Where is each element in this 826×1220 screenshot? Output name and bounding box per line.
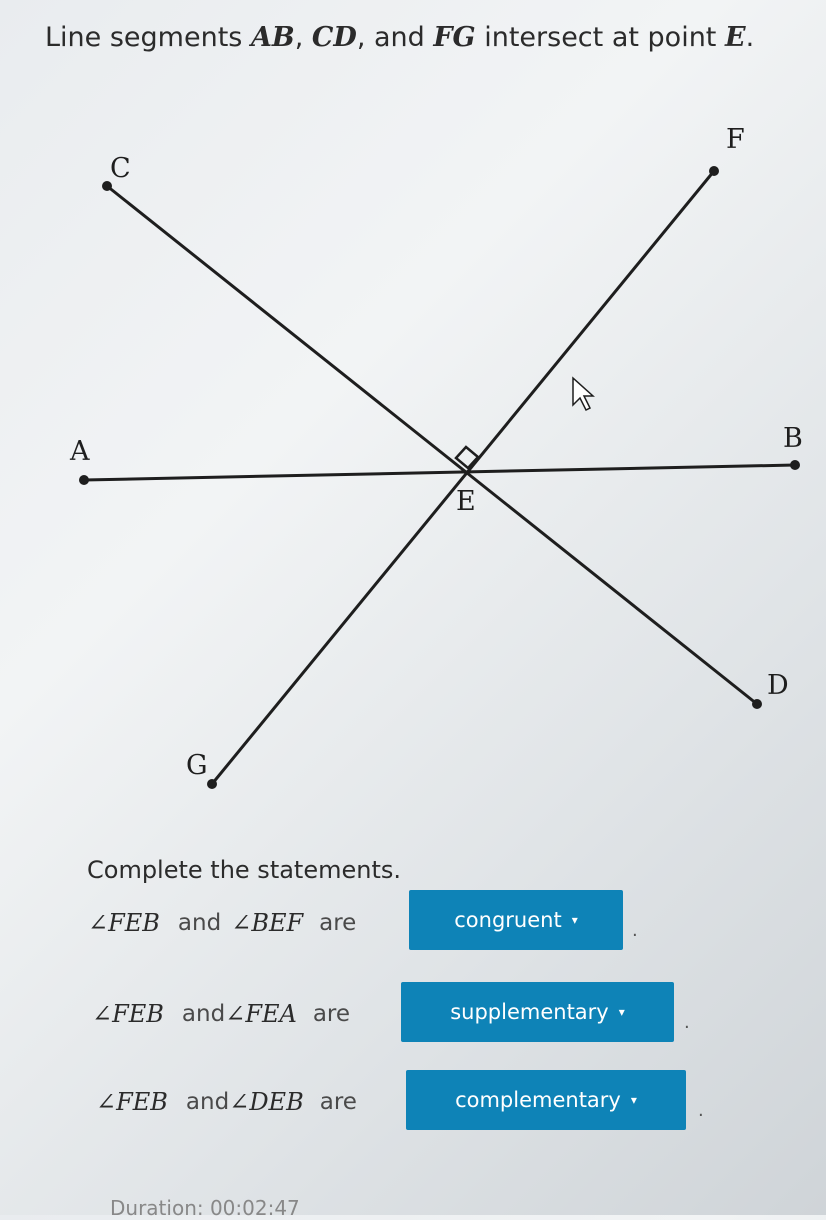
point-a-dot [79,475,89,485]
geometry-diagram: A B C D E F G [69,124,803,789]
are-label-1: are [319,910,357,936]
line-ab [83,463,796,482]
answer-dropdown-1[interactable]: congruent ▾ [409,890,623,950]
chevron-down-icon: ▾ [571,913,578,927]
line-fg [210,170,716,785]
angle-feb-3: ∠FEB [96,1088,168,1116]
angle-feb-2: ∠FEB [92,1000,164,1028]
are-label-3: are [319,1089,357,1115]
angle-feb-1: ∠FEB [88,909,160,937]
point-d-dot [752,699,762,709]
label-a: A [69,436,90,467]
chevron-down-icon: ▾ [630,1093,637,1107]
statement-row-3: ∠FEB and ∠DEB are [96,1072,357,1132]
period-1: . [632,920,638,941]
dropdown-3-value: complementary [455,1088,621,1112]
label-g: G [186,750,208,781]
angle-deb: ∠DEB [229,1088,304,1116]
line-cd [106,184,758,706]
statement-row-1: ∠FEB and ∠BEF are [88,893,356,953]
label-c: C [110,153,131,184]
label-f: F [726,124,745,155]
point-g-dot [207,779,217,789]
duration-timer: Duration: 00:02:47 [110,1196,300,1220]
and-label-1: and [177,910,222,936]
answer-dropdown-2[interactable]: supplementary ▾ [401,982,674,1042]
chevron-down-icon: ▾ [618,1005,625,1019]
answer-dropdown-3[interactable]: complementary ▾ [406,1070,686,1130]
label-d: D [767,670,789,701]
point-b-dot [790,460,800,470]
and-label-3: and [185,1089,230,1115]
cursor-icon [572,376,595,412]
label-b: B [783,423,803,454]
period-3: . [698,1100,704,1121]
dropdown-1-value: congruent [454,908,562,932]
angle-fea: ∠FEA [225,1000,297,1028]
angle-bef: ∠BEF [231,909,304,937]
and-label-2: and [181,1001,226,1027]
point-f-dot [709,166,719,176]
statement-row-2: ∠FEB and ∠FEA are [92,984,350,1044]
are-label-2: are [312,1001,351,1027]
instructions: Complete the statements. [87,856,402,884]
period-2: . [684,1012,690,1033]
dropdown-2-value: supplementary [450,1000,609,1024]
label-e: E [456,486,476,517]
